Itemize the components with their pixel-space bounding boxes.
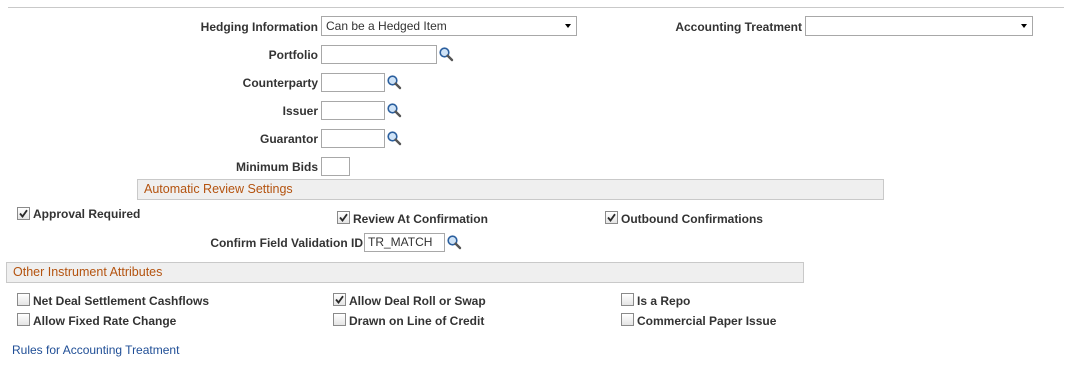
search-icon[interactable] (446, 234, 462, 250)
search-icon[interactable] (386, 102, 402, 118)
commercial-paper-issue-checkbox[interactable] (621, 313, 634, 326)
other-instrument-attributes-header: Other Instrument Attributes (6, 262, 804, 283)
confirm-field-validation-input[interactable]: TR_MATCH (364, 233, 445, 252)
issuer-input[interactable] (321, 101, 385, 120)
allow-fixed-rate-change-label: Allow Fixed Rate Change (33, 314, 177, 328)
net-deal-settlement-checkbox[interactable] (17, 293, 30, 306)
outbound-confirmations-checkbox[interactable] (605, 211, 618, 224)
minimum-bids-label: Minimum Bids (235, 160, 318, 174)
minimum-bids-input[interactable] (321, 157, 350, 176)
allow-fixed-rate-change-checkbox[interactable] (17, 313, 30, 326)
search-icon[interactable] (386, 74, 402, 90)
net-deal-settlement-label: Net Deal Settlement Cashflows (33, 294, 210, 308)
guarantor-label: Guarantor (259, 132, 318, 146)
check-icon (335, 295, 344, 304)
hedging-information-label: Hedging Information (200, 20, 318, 34)
top-divider (8, 7, 1064, 8)
counterparty-label: Counterparty (242, 76, 318, 90)
portfolio-input[interactable] (321, 45, 437, 64)
guarantor-input[interactable] (321, 129, 385, 148)
portfolio-label: Portfolio (268, 48, 318, 62)
approval-required-label: Approval Required (33, 207, 141, 221)
rules-accounting-treatment-link[interactable]: Rules for Accounting Treatment (12, 343, 179, 357)
approval-required-checkbox[interactable] (17, 207, 30, 220)
is-a-repo-checkbox[interactable] (621, 293, 634, 306)
chevron-down-icon (1021, 24, 1027, 28)
drawn-on-line-of-credit-checkbox[interactable] (333, 313, 346, 326)
allow-deal-roll-label: Allow Deal Roll or Swap (349, 294, 486, 308)
search-icon[interactable] (438, 46, 454, 62)
automatic-review-settings-header: Automatic Review Settings (137, 179, 884, 200)
confirm-field-validation-label: Confirm Field Validation ID (210, 236, 363, 250)
hedging-information-select[interactable]: Can be a Hedged Item (321, 16, 577, 36)
chevron-down-icon (565, 24, 571, 28)
drawn-on-line-of-credit-label: Drawn on Line of Credit (349, 314, 485, 328)
commercial-paper-issue-label: Commercial Paper Issue (637, 314, 777, 328)
review-at-confirmation-label: Review At Confirmation (353, 212, 488, 226)
issuer-label: Issuer (282, 104, 318, 118)
accounting-treatment-select[interactable] (805, 16, 1033, 36)
search-icon[interactable] (386, 130, 402, 146)
accounting-treatment-label: Accounting Treatment (675, 20, 802, 34)
check-icon (339, 213, 348, 222)
allow-deal-roll-checkbox[interactable] (333, 293, 346, 306)
outbound-confirmations-label: Outbound Confirmations (621, 212, 763, 226)
check-icon (19, 209, 28, 218)
check-icon (607, 213, 616, 222)
review-at-confirmation-checkbox[interactable] (337, 211, 350, 224)
hedging-information-value: Can be a Hedged Item (326, 19, 447, 33)
is-a-repo-label: Is a Repo (637, 294, 691, 308)
counterparty-input[interactable] (321, 73, 385, 92)
